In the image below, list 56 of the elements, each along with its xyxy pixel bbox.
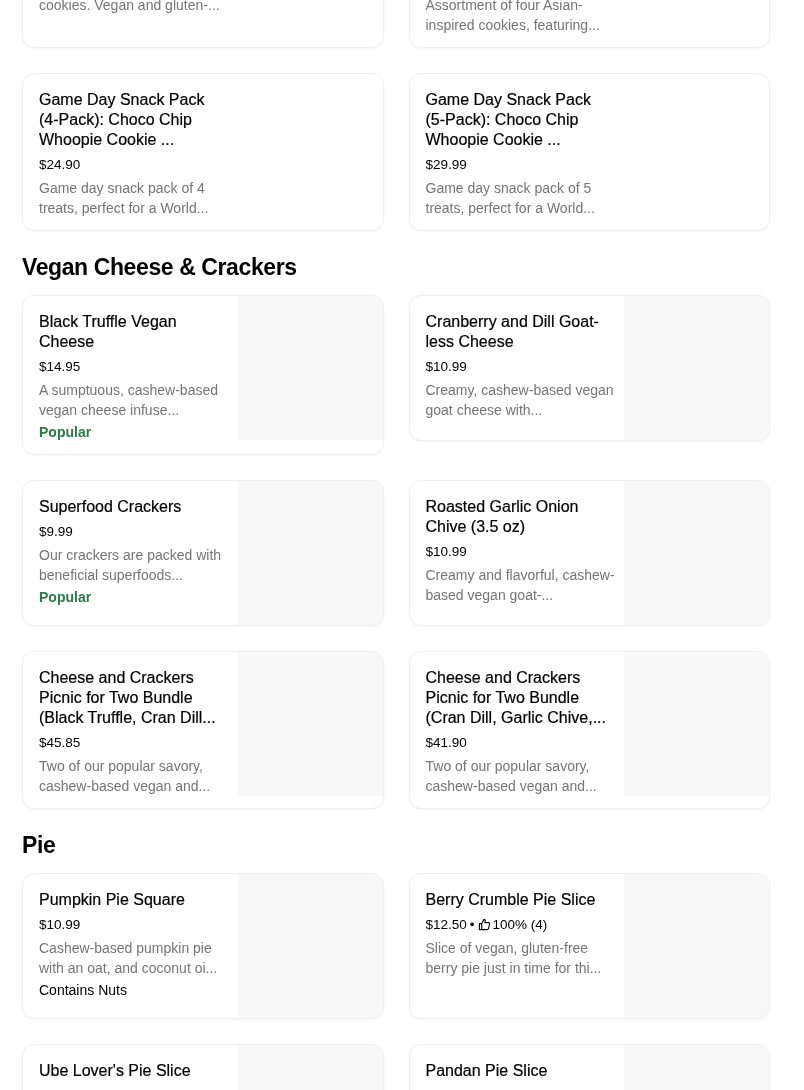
item-price: $10.99 (425, 358, 467, 374)
popular-label: Popular (39, 588, 93, 607)
item-title: Game Day Snack Pack (4-Pack): Choco Chip Whoopie Cookie ... (39, 90, 206, 150)
item-price: $9.99 (39, 523, 73, 539)
item-title: Roasted Garlic Onion Chive (3.5 oz) (425, 497, 580, 537)
menu-item-card[interactable]: Pumpkin Pie Square $10.99 Cashew-based pumpkin pie with an oat, and coconut oi... Contains Nuts (22, 873, 384, 1019)
menu-item-card[interactable]: Cranberry and Dill Goat-less Cheese $10.99 Creamy, cashew-based vegan goat cheese with... (408, 295, 770, 441)
menu-item-card[interactable]: Ube Lover's Pie Slice (22, 1044, 384, 1090)
item-title: Berry Crumble Pie Slice (425, 890, 597, 910)
item-title: Cranberry and Dill Goat-less Cheese (425, 312, 600, 352)
menu-item-card[interactable]: Assortment of four Asian-inspired cookies, featuring... (408, 0, 770, 48)
item-price: $45.85 (39, 734, 81, 750)
menu-item-card[interactable]: Cheese and Crackers Picnic for Two Bundle (Cran Dill, Garlic Chive,... $41.90 Two of our popular savory, cashew-based vegan and... (408, 651, 770, 809)
item-title: Superfood Crackers (39, 497, 183, 517)
menu-item-card[interactable]: Berry Crumble Pie Slice $12.50 • 100% (4) Slice of vegan, gluten-free berry pie just in time for thi... (408, 873, 770, 1019)
popular-label: Popular (39, 423, 93, 442)
item-description: Assortment of four Asian-inspired cookies, featuring... (425, 0, 601, 35)
item-title: Ube Lover's Pie Slice (39, 1061, 192, 1081)
item-description: Our crackers are packed with beneficial superfoods... (39, 546, 223, 585)
item-title: Pumpkin Pie Square (39, 890, 186, 910)
item-price: $29.99 (425, 156, 467, 172)
menu-item-card[interactable]: Superfood Crackers $9.99 Our crackers are packed with beneficial superfoods... Popular (22, 480, 384, 626)
menu-item-card[interactable]: Black Truffle Vegan Cheese $14.95 A sumptuous, cashew-based vegan cheese infuse... Popular (22, 295, 384, 455)
item-title: Cheese and Crackers Picnic for Two Bundle (Cran Dill, Garlic Chive,... (425, 668, 607, 728)
item-description: Creamy and flavorful, cashew-based vegan goat-... (425, 566, 616, 605)
item-price: $24.90 (39, 156, 81, 172)
item-title: Cheese and Crackers Picnic for Two Bundle (Black Truffle, Cran Dill... (39, 668, 217, 728)
item-title: Game Day Snack Pack (5-Pack): Choco Chip Whoopie Cookie ... (425, 90, 592, 150)
section-heading: Vegan Cheese & Crackers (22, 253, 298, 281)
item-description: Game day snack pack of 4 treats, perfect for a World... (39, 179, 210, 218)
menu-item-card[interactable]: Roasted Garlic Onion Chive (3.5 oz) $10.99 Creamy and flavorful, cashew-based vegan goat-... (408, 480, 770, 626)
menu-item-card[interactable]: cookies. Vegan and gluten-... (22, 0, 384, 48)
item-description: Creamy, cashew-based vegan goat cheese with... (425, 381, 615, 420)
item-description: cookies. Vegan and gluten-... (39, 0, 221, 15)
item-description: Slice of vegan, gluten-free berry pie just in time for thi... (425, 939, 603, 978)
item-price: $10.99 (39, 916, 81, 932)
item-note: Contains Nuts (39, 981, 128, 1000)
menu-item-card[interactable]: Game Day Snack Pack (5-Pack): Choco Chip Whoopie Cookie ... $29.99 Game day snack pack of 5 treats, perfect for a World... (408, 73, 770, 231)
menu-item-card[interactable]: Pandan Pie Slice (408, 1044, 770, 1090)
item-price: $41.90 (425, 734, 467, 750)
section-heading: Pie (22, 831, 57, 859)
item-description: Two of our popular savory, cashew-based vegan and... (425, 757, 598, 796)
item-description: Two of our popular savory, cashew-based vegan and... (39, 757, 212, 796)
item-description: Cashew-based pumpkin pie with an oat, and coconut oi... (39, 939, 219, 978)
item-title: Black Truffle Vegan Cheese (39, 312, 178, 352)
item-description: A sumptuous, cashew-based vegan cheese infuse... (39, 381, 219, 420)
menu-item-card[interactable]: Cheese and Crackers Picnic for Two Bundle (Black Truffle, Cran Dill... $45.85 Two of our popular savory, cashew-based vegan and... (22, 651, 384, 809)
item-price: $10.99 (425, 543, 467, 559)
rating-text: 100% (4) (492, 916, 548, 932)
thumbs-up-icon (477, 917, 491, 931)
menu-item-card[interactable]: Game Day Snack Pack (4-Pack): Choco Chip Whoopie Cookie ... $24.90 Game day snack pack of 4 treats, perfect for a World... (22, 73, 384, 231)
item-title: Pandan Pie Slice (425, 1061, 549, 1081)
separator-dot: • (469, 916, 475, 932)
item-price: $12.50 (425, 916, 467, 932)
item-price: $14.95 (39, 358, 81, 374)
item-description: Game day snack pack of 5 treats, perfect for a World... (425, 179, 596, 218)
